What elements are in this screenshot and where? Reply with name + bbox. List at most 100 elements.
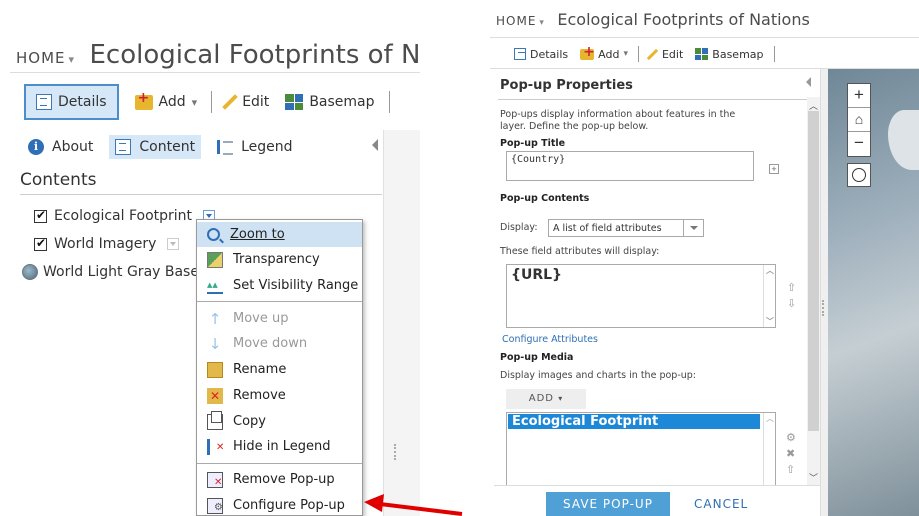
panel-scrollbar[interactable]: ︿ ﹀ <box>807 97 820 485</box>
arrow-down-icon: ↓ <box>208 334 222 353</box>
zoom-out-button[interactable]: − <box>848 132 870 156</box>
tab-legend[interactable]: Legend <box>241 139 292 155</box>
tab-content[interactable]: Content <box>109 135 202 159</box>
layer-context-menu: Zoom to Transparency Set Visibility Rang… <box>196 219 363 516</box>
chevron-down-icon[interactable] <box>683 220 703 236</box>
display-select[interactable]: A list of field attributes <box>548 219 704 237</box>
move-up-arrow-icon[interactable]: ⇧ <box>787 281 796 294</box>
default-extent-home-icon[interactable]: ⌂ <box>848 108 870 132</box>
tab-about[interactable]: About <box>52 139 93 155</box>
basemap-button[interactable]: Basemap <box>285 94 375 110</box>
edit-button[interactable]: Edit <box>222 93 269 111</box>
add-button[interactable]: Add ▾ <box>134 90 197 110</box>
menu-item-label: Move down <box>233 336 308 351</box>
basemap-icon <box>285 94 304 110</box>
menu-item-copy[interactable]: Copy <box>197 409 362 434</box>
zoom-in-button[interactable]: + <box>848 84 870 108</box>
collapse-panel-icon[interactable] <box>372 139 378 151</box>
edit-label: Edit <box>661 47 684 61</box>
scroll-up-icon[interactable]: ︿ <box>766 265 774 276</box>
add-media-button[interactable]: ADD ▾ <box>506 389 586 409</box>
chevron-down-icon[interactable]: ▾ <box>539 18 545 28</box>
display-label: Display: <box>500 222 538 233</box>
move-down-arrow-icon[interactable]: ⇩ <box>787 297 796 310</box>
details-button[interactable]: Details <box>24 84 119 120</box>
home-link[interactable]: HOME ▾ <box>496 14 545 28</box>
layer-visibility-checkbox[interactable] <box>34 208 47 223</box>
separator <box>211 91 213 113</box>
details-label: Details <box>58 94 107 110</box>
layer-visibility-checkbox[interactable] <box>34 236 47 251</box>
header-right: HOME ▾ Ecological Footprints of Nations <box>496 10 810 30</box>
popup-title-label: Pop-up Title <box>500 138 566 149</box>
popup-media-label: Pop-up Media <box>500 352 574 363</box>
media-list[interactable]: Ecological Footprint ︿ <box>506 412 776 486</box>
list-scrollbar[interactable]: ︿ ﹀ <box>763 265 775 327</box>
menu-item-transparency[interactable]: Transparency <box>197 247 362 272</box>
layer-item-world-light-gray-base[interactable]: World Light Gray Base <box>22 264 199 280</box>
chevron-down-icon: ▾ <box>558 394 564 403</box>
popup-media-description: Display images and charts in the pop-up: <box>500 370 696 381</box>
media-remove-icon[interactable]: ✖ <box>786 447 795 460</box>
field-attributes-list[interactable]: {URL} ︿ ﹀ <box>506 264 776 328</box>
layer-name: Ecological Footprint <box>54 208 193 224</box>
basemap-button[interactable]: Basemap <box>695 47 764 61</box>
insert-field-icon[interactable]: + <box>769 164 779 174</box>
media-settings-gear-icon[interactable]: ⚙ <box>786 431 796 444</box>
add-icon <box>134 90 153 110</box>
divider <box>494 485 820 486</box>
display-select-value: A list of field attributes <box>553 222 662 234</box>
separator <box>388 91 390 113</box>
configure-attributes-link[interactable]: Configure Attributes <box>502 334 598 345</box>
rename-icon <box>207 361 223 378</box>
menu-item-label: Copy <box>233 414 266 429</box>
popup-title-input[interactable]: {Country} <box>506 151 754 181</box>
menu-item-configure-popup[interactable]: Configure Pop-up <box>197 493 362 516</box>
basemap-label: Basemap <box>712 47 764 61</box>
field-attribute-item[interactable]: {URL} <box>511 267 562 283</box>
menu-item-hide-in-legend[interactable]: Hide in Legend <box>197 434 362 459</box>
menu-item-zoom-to[interactable]: Zoom to <box>197 222 362 247</box>
edit-button[interactable]: Edit <box>646 47 684 61</box>
media-list-item-selected[interactable]: Ecological Footprint <box>508 414 760 429</box>
locate-button[interactable] <box>847 163 871 187</box>
cancel-button[interactable]: CANCEL <box>694 492 748 516</box>
remove-popup-icon <box>207 471 223 488</box>
contents-heading: Contents <box>20 170 97 190</box>
menu-item-rename[interactable]: Rename <box>197 357 362 382</box>
details-button[interactable]: Details <box>514 48 568 61</box>
layer-menu-dropdown-icon[interactable] <box>167 238 180 250</box>
popup-contents-label: Pop-up Contents <box>500 193 590 204</box>
collapse-panel-icon[interactable] <box>806 77 811 87</box>
menu-item-label: Zoom to <box>230 227 285 242</box>
page-title: Ecological Footprints of Nations <box>557 10 810 29</box>
media-move-up-icon[interactable]: ⇧ <box>786 463 795 476</box>
menu-item-set-visibility-range[interactable]: Set Visibility Range <box>197 273 362 298</box>
save-popup-button[interactable]: SAVE POP-UP <box>546 492 670 516</box>
menu-item-remove-popup[interactable]: Remove Pop-up <box>197 467 362 492</box>
scrollbar-thumb[interactable] <box>808 111 819 431</box>
home-link[interactable]: HOME ▾ <box>16 49 75 67</box>
list-scrollbar[interactable]: ︿ <box>763 413 775 485</box>
basemap-globe-icon <box>22 264 38 280</box>
details-icon <box>36 94 52 110</box>
transparency-icon <box>207 251 223 268</box>
scroll-down-icon[interactable]: ﹀ <box>766 316 774 327</box>
menu-item-label: Remove <box>233 388 286 403</box>
chevron-down-icon[interactable]: ▾ <box>69 53 76 66</box>
resize-grip[interactable] <box>394 444 396 460</box>
resize-grip[interactable] <box>822 300 824 316</box>
menu-item-remove[interactable]: Remove <box>197 383 362 408</box>
configure-popup-icon <box>207 497 223 514</box>
field-attributes-label: These field attributes will display: <box>500 246 660 257</box>
details-icon <box>514 48 526 60</box>
right-panel-screenshot: HOME ▾ Ecological Footprints of Nations D… <box>490 0 919 516</box>
add-button[interactable]: Add ▾ <box>580 44 628 61</box>
scroll-up-icon[interactable]: ︿ <box>766 413 774 424</box>
layer-item-world-imagery[interactable]: World Imagery <box>34 236 180 252</box>
basemap-icon <box>695 48 709 60</box>
scroll-down-icon[interactable]: ﹀ <box>809 471 818 484</box>
map-area-edge <box>384 130 420 516</box>
layer-item-ecological-footprint[interactable]: Ecological Footprint <box>34 208 216 224</box>
menu-item-label: Rename <box>233 362 287 377</box>
